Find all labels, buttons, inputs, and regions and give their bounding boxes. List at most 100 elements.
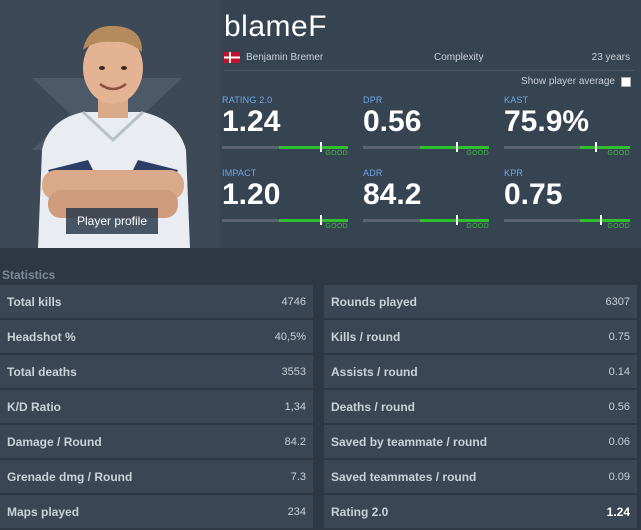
stat-label: DPR [363, 95, 383, 105]
player-meta: Benjamin Bremer Complexity 23 years [224, 51, 634, 65]
stat-bar-fill [579, 146, 630, 149]
header-divider [224, 70, 634, 71]
stat-bar-fill [278, 146, 348, 149]
stat-row-label: Saved by teammate / round [331, 434, 488, 449]
stat-label: RATING 2.0 [222, 95, 273, 105]
stat-good-tag: GOOD [466, 223, 489, 230]
stat-rating-bar [222, 142, 348, 152]
stat-bar-marker [456, 215, 459, 225]
stat-row-label: Saved teammates / round [331, 469, 477, 484]
table-row: Total kills 4746 [0, 285, 313, 320]
stat-value: 1.24 [222, 105, 281, 138]
stat-row-value: 0.14 [608, 365, 630, 378]
stat-bar-marker [320, 142, 323, 152]
stat-row-label: Grenade dmg / Round [7, 469, 133, 484]
stat-row-label: Rating 2.0 [331, 504, 389, 519]
stat-label: ADR [363, 168, 383, 178]
stat-row-value: 0.06 [608, 435, 630, 448]
stat-bar-fill [278, 219, 348, 222]
stat-row-value: 0.75 [608, 330, 630, 343]
player-team-link[interactable]: Complexity [434, 52, 483, 63]
stat-good-tag: GOOD [325, 150, 348, 157]
stat-bar-marker [456, 142, 459, 152]
stat-good-tag: GOOD [325, 223, 348, 230]
table-row: Saved teammates / round 0.09 [324, 460, 637, 495]
table-row: Rating 2.0 1.24 [324, 495, 637, 530]
summary-stat-kast: KAST 75.9% GOOD [504, 95, 632, 165]
stat-row-label: Rounds played [331, 294, 418, 309]
summary-stat-rating-2-0: RATING 2.0 1.24 GOOD [222, 95, 350, 165]
denmark-flag-icon [224, 52, 240, 63]
stat-row-label: Total kills [7, 294, 62, 309]
stat-bar-marker [320, 215, 323, 225]
table-row: Total deaths 3553 [0, 355, 313, 390]
stat-bar-fill [419, 146, 489, 149]
stat-rating-bar [363, 142, 489, 152]
stat-row-value: 4746 [281, 295, 306, 308]
player-age: 23 years [591, 52, 630, 63]
stat-value: 1.20 [222, 178, 281, 211]
summary-stat-impact: IMPACT 1.20 GOOD [222, 168, 350, 238]
player-info-panel: blameF Benjamin Bremer Complexity 23 yea… [220, 0, 641, 248]
summary-stat-dpr: DPR 0.56 GOOD [363, 95, 491, 165]
stat-row-value: 6307 [605, 295, 630, 308]
stat-value: 75.9% [504, 105, 590, 138]
table-row: Damage / Round 84.2 [0, 425, 313, 460]
stat-good-tag: GOOD [607, 150, 630, 157]
stat-bar-marker [594, 142, 597, 152]
stat-value: 0.56 [363, 105, 422, 138]
stat-value: 84.2 [363, 178, 422, 211]
stat-row-label: Headshot % [7, 329, 76, 344]
stat-label: IMPACT [222, 168, 257, 178]
stat-rating-bar [504, 142, 630, 152]
stat-bar-fill [579, 219, 630, 222]
stat-row-label: Total deaths [7, 364, 77, 379]
statistics-title: Statistics [2, 268, 56, 282]
stat-row-value: 40,5% [274, 330, 306, 343]
stat-bar-fill [419, 219, 489, 222]
table-row: Maps played 234 [0, 495, 313, 530]
stat-row-label: K/D Ratio [7, 399, 61, 414]
stat-row-value: 84.2 [284, 435, 306, 448]
stat-good-tag: GOOD [466, 150, 489, 157]
show-average-label: Show player average [521, 76, 615, 87]
stat-row-label: Damage / Round [7, 434, 102, 449]
statistics-table-right: Rounds played 6307 Kills / round 0.75 Assist… [324, 285, 637, 530]
stat-rating-bar [363, 215, 489, 225]
show-average-checkbox[interactable] [621, 76, 631, 87]
player-nickname: blameF [224, 10, 328, 43]
stat-row-label: Assists / round [331, 364, 418, 379]
stat-row-value: 1,34 [284, 400, 306, 413]
stat-row-value: 3553 [281, 365, 306, 378]
stat-row-value: 7.3 [290, 470, 306, 483]
player-profile-button[interactable]: Player profile [66, 208, 158, 234]
player-photo: Player profile [0, 0, 220, 248]
stat-label: KPR [504, 168, 524, 178]
stat-row-value: 234 [287, 505, 306, 518]
table-row: Rounds played 6307 [324, 285, 637, 320]
stat-row-value: 0.09 [608, 470, 630, 483]
table-row: Saved by teammate / round 0.06 [324, 425, 637, 460]
stat-row-value: 0.56 [608, 400, 630, 413]
table-row: Assists / round 0.14 [324, 355, 637, 390]
stat-label: KAST [504, 95, 529, 105]
stat-good-tag: GOOD [607, 223, 630, 230]
stat-row-value: 1.24 [606, 504, 630, 519]
table-row: Deaths / round 0.56 [324, 390, 637, 425]
stat-row-label: Maps played [7, 504, 80, 519]
table-row: K/D Ratio 1,34 [0, 390, 313, 425]
show-player-average-toggle[interactable]: Show player average [521, 76, 631, 87]
table-row: Grenade dmg / Round 7.3 [0, 460, 313, 495]
stat-bar-marker [599, 215, 602, 225]
statistics-table-left: Total kills 4746 Headshot % 40,5% Total deat… [0, 285, 313, 530]
stat-rating-bar [222, 215, 348, 225]
table-row: Headshot % 40,5% [0, 320, 313, 355]
stat-row-label: Deaths / round [331, 399, 416, 414]
stat-row-label: Kills / round [331, 329, 401, 344]
summary-stat-kpr: KPR 0.75 GOOD [504, 168, 632, 238]
player-real-name: Benjamin Bremer [246, 52, 324, 63]
player-header: Player profile blameF Benjamin Bremer Co… [0, 0, 641, 248]
table-row: Kills / round 0.75 [324, 320, 637, 355]
stat-value: 0.75 [504, 178, 563, 211]
summary-stat-adr: ADR 84.2 GOOD [363, 168, 491, 238]
